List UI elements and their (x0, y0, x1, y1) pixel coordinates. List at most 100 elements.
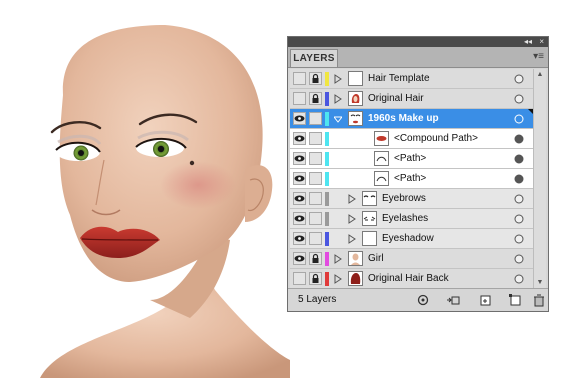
scrollbar[interactable]: ▲ ▼ (533, 69, 546, 289)
visibility-toggle[interactable] (293, 72, 306, 85)
visibility-toggle[interactable] (293, 192, 306, 205)
eye-icon (294, 175, 305, 182)
layer-color-swatch (325, 152, 329, 166)
target-circle-icon[interactable] (514, 94, 524, 104)
expand-right-icon[interactable] (334, 274, 342, 284)
visibility-toggle[interactable] (293, 232, 306, 245)
lock-toggle[interactable] (309, 72, 322, 85)
expand-right-icon[interactable] (334, 254, 342, 264)
lock-icon (312, 253, 319, 263)
expand-right-icon[interactable] (348, 214, 356, 224)
layer-name: <Path> (394, 173, 427, 184)
visibility-toggle[interactable] (293, 112, 306, 125)
layer-name: 1960s Make up (368, 113, 439, 124)
layer-color-swatch (325, 72, 329, 86)
visibility-toggle[interactable] (293, 212, 306, 225)
layer-row[interactable]: Eyelashes (290, 209, 534, 229)
target-circle-icon[interactable] (514, 254, 524, 264)
blank-thumb-icon (362, 231, 377, 246)
new-layer-icon[interactable] (508, 293, 522, 307)
layer-row[interactable]: 1960s Make up (290, 109, 534, 129)
target-circle-icon[interactable] (514, 214, 524, 224)
layer-color-swatch (325, 272, 329, 286)
lock-toggle[interactable] (309, 152, 322, 165)
lock-toggle[interactable] (309, 92, 322, 105)
layer-color-swatch (325, 232, 329, 246)
target-circle-icon[interactable] (514, 114, 524, 124)
lock-toggle[interactable] (309, 232, 322, 245)
layer-row[interactable]: Eyeshadow (290, 229, 534, 249)
trash-icon[interactable] (532, 293, 546, 307)
tab-layers[interactable]: LAYERS (290, 49, 338, 67)
layer-name: Original Hair Back (368, 273, 449, 284)
layer-row[interactable]: Original Hair Back (290, 269, 534, 289)
lock-toggle[interactable] (309, 272, 322, 285)
visibility-toggle[interactable] (293, 92, 306, 105)
locate-object-icon[interactable] (416, 293, 430, 307)
layers-panel: ◂◂ × LAYERS ▾≡ Hair Template Original Hai… (287, 36, 549, 312)
new-sublayer-icon[interactable] (478, 293, 492, 307)
make-clipping-mask-icon[interactable] (446, 293, 460, 307)
layer-color-swatch (325, 192, 329, 206)
expand-right-icon[interactable] (334, 94, 342, 104)
lock-toggle[interactable] (309, 252, 322, 265)
lock-toggle[interactable] (309, 172, 322, 185)
target-circle-icon[interactable] (514, 274, 524, 284)
visibility-toggle[interactable] (293, 172, 306, 185)
layer-color-swatch (325, 92, 329, 106)
expand-right-icon[interactable] (334, 74, 342, 84)
panel-title-bar[interactable]: ◂◂ × (288, 37, 548, 47)
eye-icon (294, 135, 305, 142)
artwork-canvas (40, 25, 290, 378)
visibility-toggle[interactable] (293, 252, 306, 265)
layer-color-swatch (325, 132, 329, 146)
eye-icon (294, 155, 305, 162)
lock-toggle[interactable] (309, 132, 322, 145)
path-thumb-icon (374, 171, 389, 186)
expand-right-icon[interactable] (348, 194, 356, 204)
eye-icon (294, 235, 305, 242)
visibility-toggle[interactable] (293, 152, 306, 165)
target-circle-icon[interactable] (514, 134, 524, 144)
target-circle-icon[interactable] (514, 234, 524, 244)
layer-row[interactable]: Girl (290, 249, 534, 269)
layer-row[interactable]: Eyebrows (290, 189, 534, 209)
layer-row[interactable]: Hair Template (290, 69, 534, 89)
visibility-toggle[interactable] (293, 132, 306, 145)
girl-figure (40, 25, 290, 378)
layer-row[interactable]: <Compound Path> (290, 129, 534, 149)
lock-toggle[interactable] (309, 112, 322, 125)
hair-thumb-icon (348, 91, 363, 106)
lock-icon (312, 73, 319, 83)
collapse-panel-button[interactable]: ◂◂ (524, 37, 532, 47)
layer-name: Eyelashes (382, 213, 429, 224)
layer-color-swatch (325, 252, 329, 266)
layer-name: Hair Template (368, 73, 430, 84)
layer-row[interactable]: Original Hair (290, 89, 534, 109)
eyelashes-thumb-icon (362, 211, 377, 226)
lips-thumb-icon (374, 131, 389, 146)
lock-toggle[interactable] (309, 192, 322, 205)
girl-thumb-icon (348, 251, 363, 266)
target-circle-icon[interactable] (514, 194, 524, 204)
layer-name: Original Hair (368, 93, 424, 104)
lock-toggle[interactable] (309, 212, 322, 225)
lock-icon (312, 273, 319, 283)
close-panel-button[interactable]: × (539, 37, 544, 47)
target-circle-icon[interactable] (514, 174, 524, 184)
layer-name: Eyebrows (382, 193, 426, 204)
layer-name: <Compound Path> (394, 133, 478, 144)
lock-icon (312, 93, 319, 103)
target-circle-icon[interactable] (514, 154, 524, 164)
eyebrows-thumb-icon (362, 191, 377, 206)
panel-menu-icon[interactable]: ▾≡ (533, 51, 544, 63)
layer-row[interactable]: <Path> (290, 149, 534, 169)
layer-row[interactable]: <Path> (290, 169, 534, 189)
scroll-up-arrow-icon[interactable]: ▲ (534, 69, 546, 81)
expand-right-icon[interactable] (348, 234, 356, 244)
panel-tab-bar: LAYERS ▾≡ (288, 47, 548, 68)
visibility-toggle[interactable] (293, 272, 306, 285)
eye-icon (294, 255, 305, 262)
expand-down-icon[interactable] (334, 114, 342, 124)
target-circle-icon[interactable] (514, 74, 524, 84)
